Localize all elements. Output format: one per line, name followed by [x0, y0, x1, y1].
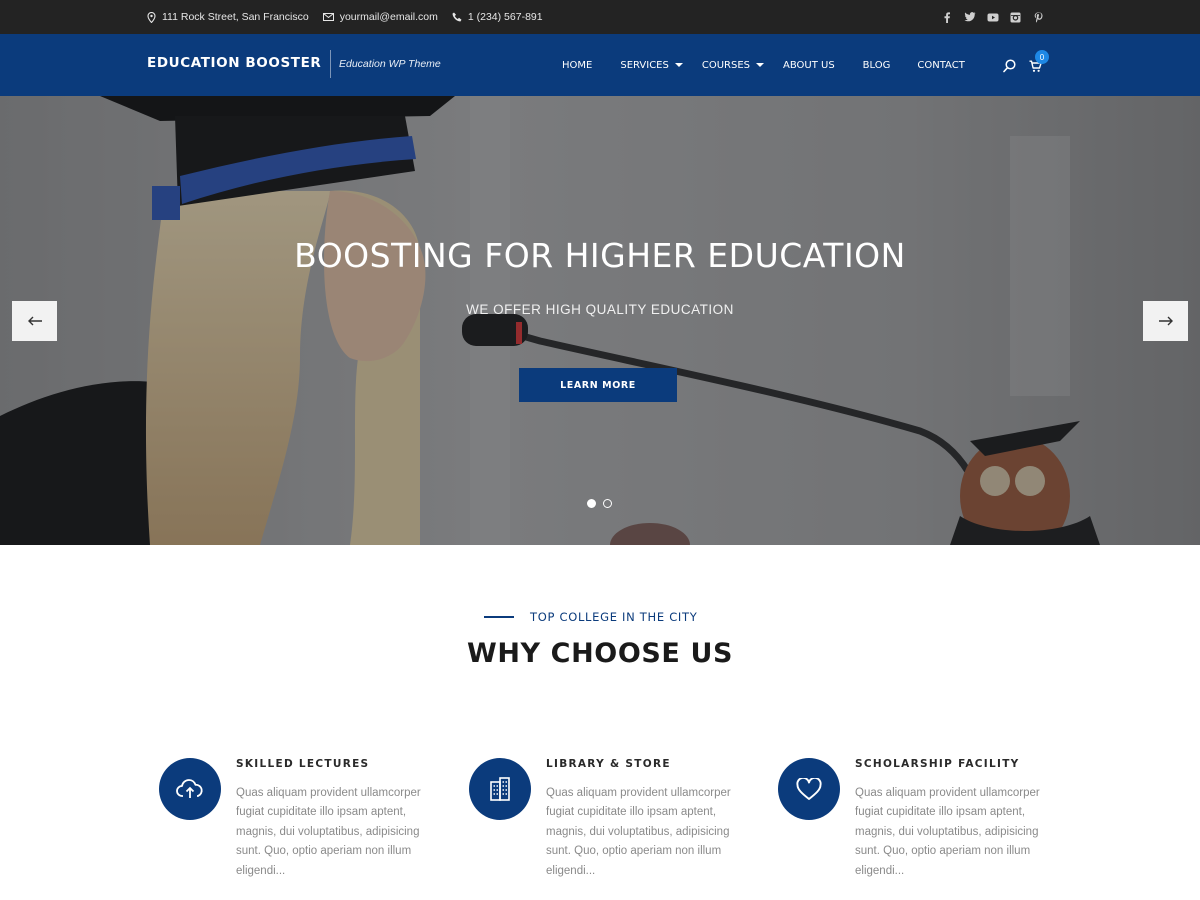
hero-title: BOOSTING FOR HIGHER EDUCATION — [294, 236, 906, 275]
arrow-right-icon — [1158, 316, 1173, 326]
top-bar: 111 Rock Street, San Francisco yourmail@… — [0, 0, 1200, 34]
heart-icon — [778, 758, 840, 820]
nav-services[interactable]: SERVICES — [620, 34, 683, 96]
learn-more-button[interactable]: LEARN MORE — [519, 368, 677, 402]
chevron-down-icon — [674, 63, 683, 67]
nav-blog[interactable]: BLOG — [863, 34, 891, 96]
building-icon — [469, 758, 531, 820]
nav-contact[interactable]: CONTACT — [917, 34, 964, 96]
feature-text: Quas aliquam provident ullamcorper fugia… — [855, 787, 1040, 877]
feature-text: Quas aliquam provident ullamcorper fugia… — [546, 787, 731, 877]
feature-title: LIBRARY & STORE — [546, 758, 671, 770]
address-text: 111 Rock Street, San Francisco — [162, 11, 309, 23]
instagram-icon[interactable] — [1004, 7, 1027, 27]
feature-title: SKILLED LECTURES — [236, 758, 370, 770]
site-tagline: Education WP Theme — [339, 58, 441, 70]
email-text[interactable]: yourmail@email.com — [340, 11, 438, 23]
nav-about-us[interactable]: ABOUT US — [783, 34, 835, 96]
nav-contact-label[interactable]: CONTACT — [917, 60, 964, 71]
main-navigation: HOME SERVICES COURSES ABOUT US BLOG CONT… — [562, 34, 965, 96]
slider-dot-1[interactable] — [587, 499, 596, 508]
logo-divider — [330, 50, 331, 78]
nav-about-us-label[interactable]: ABOUT US — [783, 60, 835, 71]
feature-title: SCHOLARSHIP FACILITY — [855, 758, 1020, 770]
address-item: 111 Rock Street, San Francisco — [147, 11, 309, 23]
pinterest-icon[interactable] — [1027, 7, 1050, 27]
envelope-icon — [322, 13, 334, 21]
slider-next-button[interactable] — [1143, 301, 1188, 341]
feature-scholarship-facility: SCHOLARSHIP FACILITY Quas aliquam provid… — [778, 758, 1068, 898]
slider-pagination — [587, 499, 619, 508]
phone-text[interactable]: 1 (234) 567-891 — [468, 11, 543, 23]
contact-info: 111 Rock Street, San Francisco yourmail@… — [147, 0, 557, 34]
nav-services-label[interactable]: SERVICES — [620, 60, 669, 71]
feature-skilled-lectures: SKILLED LECTURES Quas aliquam provident … — [159, 758, 449, 898]
feature-library-store: LIBRARY & STORE Quas aliquam provident u… — [469, 758, 759, 898]
site-logo[interactable]: EDUCATION BOOSTER — [147, 55, 321, 71]
slider-dot-2[interactable] — [603, 499, 612, 508]
hero-slider: BOOSTING FOR HIGHER EDUCATION WE OFFER H… — [0, 96, 1200, 545]
nav-courses-label[interactable]: COURSES — [702, 60, 750, 71]
eyebrow-line — [484, 616, 514, 618]
slider-prev-button[interactable] — [12, 301, 57, 341]
nav-courses[interactable]: COURSES — [702, 34, 764, 96]
location-pin-icon — [147, 11, 156, 23]
section-eyebrow: TOP COLLEGE IN THE CITY — [484, 610, 697, 624]
search-icon[interactable] — [1003, 58, 1016, 77]
cloud-upload-icon — [159, 758, 221, 820]
social-links — [935, 0, 1050, 34]
arrow-left-icon — [27, 316, 42, 326]
feature-text: Quas aliquam provident ullamcorper fugia… — [236, 787, 421, 877]
nav-blog-label[interactable]: BLOG — [863, 60, 891, 71]
main-header: EDUCATION BOOSTER Education WP Theme HOM… — [0, 34, 1200, 96]
twitter-icon[interactable] — [958, 7, 981, 27]
phone-icon — [452, 12, 462, 22]
email-item[interactable]: yourmail@email.com — [322, 11, 438, 23]
facebook-icon[interactable] — [935, 7, 958, 27]
hero-overlay — [0, 96, 1200, 545]
chevron-down-icon — [756, 63, 764, 67]
phone-item[interactable]: 1 (234) 567-891 — [452, 11, 543, 23]
cart-count-badge: 0 — [1035, 50, 1049, 64]
section-title: WHY CHOOSE US — [466, 638, 734, 669]
nav-home-label[interactable]: HOME — [562, 60, 592, 71]
nav-home[interactable]: HOME — [562, 34, 592, 96]
youtube-icon[interactable] — [981, 7, 1004, 27]
hero-subtitle: WE OFFER HIGH QUALITY EDUCATION — [466, 302, 734, 317]
eyebrow-text: TOP COLLEGE IN THE CITY — [530, 610, 698, 624]
